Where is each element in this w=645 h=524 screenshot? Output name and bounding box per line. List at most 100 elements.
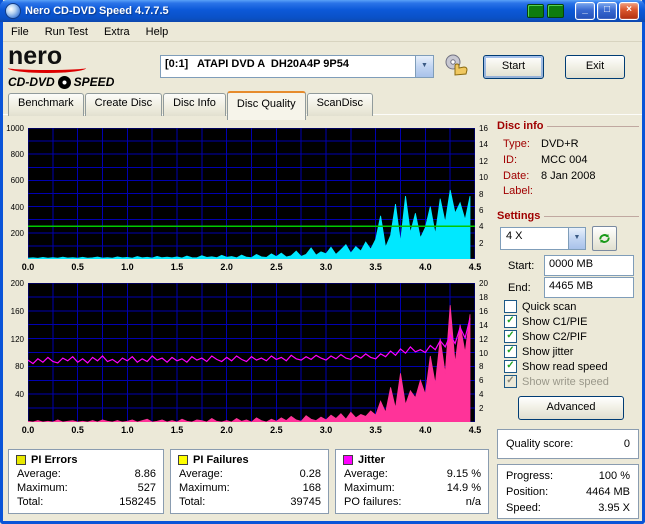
pie-right-axis-labels: 16 14 12 10 8 6 4 2 [479,124,488,248]
checkbox-box[interactable]: ✓ [504,315,517,328]
checkbox-show-jitter[interactable]: ✓ Show jitter [504,344,638,359]
stat-row-total: Total: 39745 [179,496,321,508]
menu-extra[interactable]: Extra [96,24,138,40]
tab-bar: Benchmark Create Disc Disc Info Disc Qualit… [8,91,374,120]
checkbox-box[interactable]: ✓ [504,375,517,388]
tab-disc-info[interactable]: Disc Info [163,93,226,116]
disc-info-section-title: Disc info [497,120,639,132]
disc-type-value: DVD+R [541,138,579,150]
stat-row-average: Average: 0.28 [179,468,321,480]
menu-help[interactable]: Help [138,24,177,40]
checkbox-show-c1-pie[interactable]: ✓ Show C1/PIE [504,314,638,329]
disc-type-label: Type: [503,138,530,150]
start-field-row: Start: 0000 MB [508,255,638,276]
drive-select-value: [0:1] ATAPI DVD A DH20A4P 9P54 [165,58,349,70]
window-title: Nero CD-DVD Speed 4.7.7.5 [25,5,169,17]
pie-left-axis-labels: 1000 800 600 400 200 [6,124,24,238]
checkbox-box[interactable] [504,300,517,313]
chevron-down-icon[interactable]: ▼ [568,228,585,249]
menu-bar: File Run Test Extra Help [0,22,645,42]
green-indicator-icon[interactable] [547,4,564,18]
disc-date-value: 8 Jan 2008 [541,170,596,182]
disc-id-label: ID: [503,154,518,166]
checkbox-label: Show jitter [522,345,574,358]
app-window: Nero CD-DVD Speed 4.7.7.5 _ □ × File Run … [0,0,645,524]
menu-file[interactable]: File [3,24,37,40]
checkbox-show-write-speed[interactable]: ✓ Show write speed [504,374,638,389]
tab-benchmark[interactable]: Benchmark [8,93,84,116]
speed-label: Speed: [506,502,541,514]
jitter-stats-box: Jitter Average: 9.15 % Maximum: 14.9 % PO fai… [335,449,489,514]
tab-scandisc[interactable]: ScanDisc [306,93,374,116]
checkbox-box[interactable]: ✓ [504,345,517,358]
pif-x-axis-labels: 0.0 0.5 1.0 1.5 2.0 2.5 3.0 3.5 4.0 4.5 [21,425,482,435]
stat-header-pi-failures: PI Failures [178,453,321,467]
pi-errors-stats-box: PI Errors Average: 8.86 Maximum: 527 Total: 15… [8,449,164,514]
start-button[interactable]: Start [483,55,544,79]
stat-title: PI Failures [193,454,249,466]
speed-value: 3.95 X [598,502,630,514]
tab-create-disc[interactable]: Create Disc [84,93,163,116]
chevron-down-icon[interactable]: ▼ [415,56,433,77]
refresh-icon [599,234,610,243]
checkbox-show-read-speed[interactable]: ✓ Show read speed [504,359,638,374]
end-field[interactable]: 4465 MB [544,277,634,298]
position-label: Position: [506,486,549,498]
start-field[interactable]: 0000 MB [544,255,634,276]
logo-nero-text: nero [8,42,63,70]
start-field-label: Start: [508,259,535,272]
green-indicator-icon[interactable] [527,4,544,18]
stat-title: Jitter [358,454,385,466]
speed-select[interactable]: 4 X ▼ [500,227,586,250]
stat-row-total: Total: 158245 [17,496,156,508]
drive-select[interactable]: [0:1] ATAPI DVD A DH20A4P 9P54 ▼ [160,55,434,78]
disc-date-label: Date: [503,170,530,182]
progress-value: 100 % [598,470,630,482]
disc-info-row: Label: [503,185,639,197]
app-icon [5,3,21,19]
progress-label: Progress: [506,470,554,482]
disc-info-row: ID: MCC 004 [503,154,639,166]
disc-label-label: Label: [503,185,533,197]
checkbox-label: Show C1/PIE [522,315,588,328]
progress-row: Speed: 3.95 X [506,500,630,516]
maximize-button[interactable]: □ [597,2,617,20]
pi-failures-jitter-plot [28,283,475,422]
pif-right-axis-labels: 20 18 16 14 12 10 8 6 4 2 [479,279,488,414]
disc-id-value: MCC 004 [541,154,588,166]
logo-speed-text: SPEED [73,75,115,89]
minimize-button[interactable]: _ [575,2,595,20]
stat-row-average: Average: 8.86 [17,468,156,480]
stat-row-po-failures: PO failures: n/a [344,496,481,508]
end-field-label: End: [508,281,531,294]
close-button[interactable]: × [619,2,639,20]
exit-button[interactable]: Exit [565,55,625,79]
quality-score-value: 0 [623,438,630,450]
stat-row-maximum: Maximum: 168 [179,482,321,494]
end-field-row: End: 4465 MB [508,277,638,298]
legend-swatch-icon [16,455,26,465]
pi-failures-chart: 200 160 120 80 40 20 18 16 14 12 10 8 6 4 2 0.0 0.5 1.0… [2,279,496,439]
pie-x-axis-labels: 0.0 0.5 1.0 1.5 2.0 2.5 3.0 3.5 4.0 4.5 [21,262,482,272]
menu-run-test[interactable]: Run Test [37,24,96,40]
legend-swatch-icon [343,455,353,465]
speed-select-value: 4 X [506,230,523,242]
refresh-button[interactable] [592,226,617,251]
checkbox-label: Show read speed [522,360,608,373]
pif-left-axis-labels: 200 160 120 80 40 [10,279,24,400]
checkbox-box[interactable]: ✓ [504,360,517,373]
checkbox-show-c2-pif[interactable]: ✓ Show C2/PIF [504,329,638,344]
stat-header-jitter: Jitter [343,453,481,467]
quality-score-label: Quality score: [506,438,574,450]
stat-title: PI Errors [31,454,78,466]
checkbox-box[interactable]: ✓ [504,330,517,343]
tab-disc-quality[interactable]: Disc Quality [226,91,306,120]
progress-box: Progress: 100 % Position: 4464 MB Speed:… [497,464,639,519]
eject-hand-icon[interactable] [444,54,468,77]
settings-section-title: Settings [497,210,639,222]
checkbox-label: Show write speed [522,375,609,388]
checkbox-label: Quick scan [522,300,577,313]
checkbox-quick-scan[interactable]: Quick scan [504,299,638,314]
advanced-button[interactable]: Advanced [518,396,624,420]
settings-checkboxes: Quick scan ✓ Show C1/PIE ✓ Show C2/PIF ✓ Show … [504,299,638,389]
